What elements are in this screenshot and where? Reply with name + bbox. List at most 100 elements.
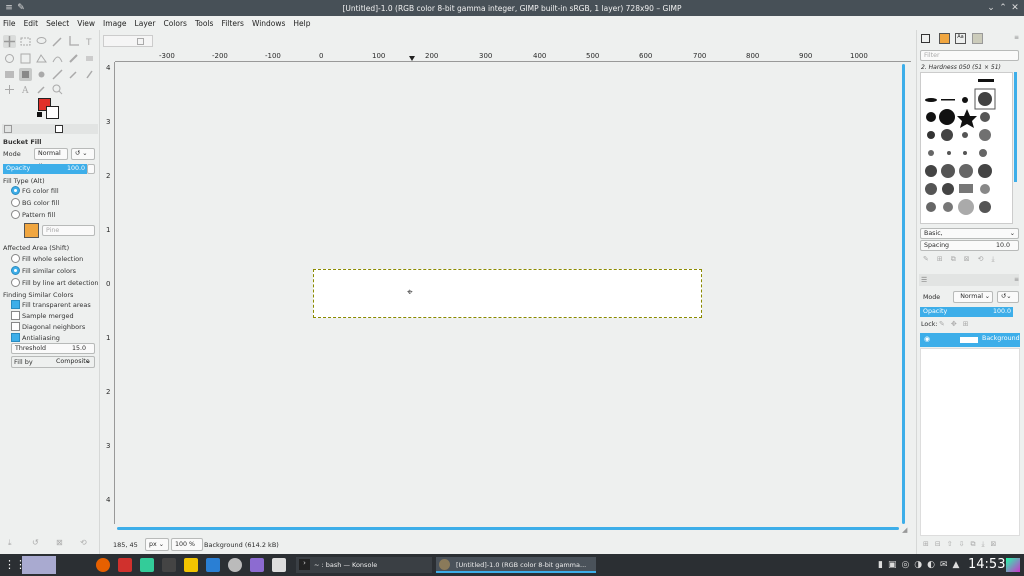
firefox-icon[interactable]	[96, 558, 110, 572]
brush-scrollbar[interactable]	[1014, 72, 1017, 182]
heal-icon[interactable]	[3, 83, 16, 96]
system-tray-icons[interactable]: ▮▣◎◑◐✉▲	[878, 560, 964, 570]
mode-dropdown[interactable]: Normal ⌄	[34, 148, 68, 167]
gallery-app-icon[interactable]	[250, 558, 264, 572]
fill-lineart-radio[interactable]	[11, 278, 20, 287]
tab-documents[interactable]	[972, 33, 983, 44]
opacity-slider[interactable]: Opacity 100.0	[3, 164, 87, 174]
tab-patterns[interactable]	[939, 33, 950, 44]
fill-similar-radio[interactable]	[11, 266, 20, 275]
chevron-up-icon[interactable]: ⌃	[998, 3, 1008, 13]
menu-file[interactable]: File	[3, 19, 16, 28]
taskbar-konsole[interactable]: › ~ : bash — Konsole	[296, 557, 432, 573]
app-launcher-icon[interactable]: ⋮⋮	[4, 558, 26, 572]
tab-fonts[interactable]: Aa	[955, 33, 966, 44]
eraser-icon[interactable]	[83, 52, 96, 65]
menu-view[interactable]: View	[77, 19, 95, 28]
fill-by-dropdown[interactable]: Composite ⌄	[11, 356, 95, 368]
zoom-dropdown[interactable]: 100 % ⌄	[171, 538, 203, 560]
mode-reset-button[interactable]: ↺ ⌄	[71, 148, 95, 160]
brush-preset-dropdown[interactable]: Basic, ⌄	[920, 228, 1019, 239]
menu-layer[interactable]: Layer	[135, 19, 156, 28]
menu-windows[interactable]: Windows	[252, 19, 285, 28]
dock-menu-icon[interactable]: ≡	[1014, 34, 1019, 41]
app-menu-icon[interactable]: ≡	[4, 3, 14, 13]
clock[interactable]: 14:53	[968, 557, 1005, 572]
disk-app-icon[interactable]	[228, 558, 242, 572]
rect-select-icon[interactable]	[19, 35, 32, 48]
fill-selection-radio[interactable]	[11, 254, 20, 263]
spacing-slider[interactable]: Spacing 10.0	[920, 240, 1019, 251]
image-tab-close-icon[interactable]	[137, 38, 144, 45]
image-tab[interactable]	[103, 35, 153, 47]
brush-actions-icons[interactable]: ✎⊞⧉⊠⟲⤓	[923, 255, 1017, 264]
pattern-fill-radio[interactable]	[11, 210, 20, 219]
text-tool-icon[interactable]: T	[83, 35, 96, 48]
menu-colors[interactable]: Colors	[163, 19, 187, 28]
diagonal-neighbors-checkbox[interactable]	[11, 322, 20, 331]
sample-merged-checkbox[interactable]	[11, 311, 20, 320]
default-colors-icon[interactable]	[37, 112, 42, 117]
layers-mode-dropdown[interactable]: Normal ⌄	[953, 291, 993, 303]
layers-opacity-slider[interactable]: Opacity 100.0	[920, 307, 1013, 317]
transform-icon[interactable]	[19, 52, 32, 65]
background-color-swatch[interactable]	[46, 106, 59, 119]
warp-icon[interactable]	[3, 52, 16, 65]
tab-active-icon[interactable]	[55, 125, 63, 133]
crop-icon[interactable]	[67, 35, 80, 48]
chevron-down-icon[interactable]: ⌄	[986, 3, 996, 13]
lock-icons[interactable]: ✎✥⊞	[939, 320, 975, 328]
text-a-icon[interactable]: A	[19, 83, 32, 96]
tab-brushes[interactable]	[921, 34, 930, 43]
show-desktop-icon[interactable]	[1006, 558, 1020, 572]
opacity-spin[interactable]	[87, 164, 95, 174]
menu-filters[interactable]: Filters	[221, 19, 243, 28]
smudge-icon[interactable]	[51, 68, 64, 81]
restore-options-icon[interactable]: ↺	[32, 538, 42, 548]
delete-options-icon[interactable]: ⊠	[56, 538, 66, 548]
clone-icon[interactable]	[35, 68, 48, 81]
brush-filter-input[interactable]: Filter	[920, 50, 1019, 61]
menu-tools[interactable]: Tools	[195, 19, 213, 28]
menu-edit[interactable]: Edit	[24, 19, 39, 28]
reset-options-icon[interactable]: ⟲	[80, 538, 90, 548]
threshold-slider[interactable]: Threshold 15.0	[11, 343, 95, 354]
brush-grid[interactable]	[920, 72, 1013, 224]
image-canvas[interactable]	[313, 269, 702, 318]
lasso-icon[interactable]	[35, 35, 48, 48]
color-picker-icon[interactable]	[35, 83, 48, 96]
horizontal-scrollbar[interactable]	[117, 527, 899, 530]
terminal-icon[interactable]	[162, 558, 176, 572]
save-options-icon[interactable]: ⤓	[8, 538, 18, 548]
path-icon[interactable]	[51, 52, 64, 65]
vertical-scrollbar[interactable]	[902, 64, 905, 524]
gradient-icon[interactable]	[3, 68, 16, 81]
close-icon[interactable]: ✕	[1010, 3, 1020, 13]
tab-layers-icon[interactable]: ☰	[921, 276, 927, 284]
tab-tool-options[interactable]	[4, 125, 12, 133]
menu-help[interactable]: Help	[293, 19, 310, 28]
fg-fill-radio[interactable]	[11, 186, 20, 195]
notes-app-icon[interactable]	[184, 558, 198, 572]
screenshot-app-icon[interactable]	[272, 558, 286, 572]
paintbrush-icon[interactable]	[67, 52, 80, 65]
pattern-name-field[interactable]: Pine	[42, 225, 95, 236]
virtual-desktop-pager[interactable]	[22, 556, 56, 574]
bucket-fill-icon[interactable]	[19, 68, 32, 81]
move-tool-icon[interactable]	[3, 35, 16, 48]
layers-mode-reset[interactable]: ↺⌄	[997, 291, 1019, 303]
layer-row-background[interactable]: ◉ Background	[920, 333, 1020, 347]
ink-icon[interactable]	[83, 68, 96, 81]
fill-transparent-checkbox[interactable]	[11, 300, 20, 309]
pdf-app-icon[interactable]	[118, 558, 132, 572]
menu-select[interactable]: Select	[46, 19, 69, 28]
taskbar-gimp[interactable]: [Untitled]-1.0 (RGB color 8-bit gamma...	[436, 557, 596, 573]
zoom-icon[interactable]	[51, 83, 64, 96]
dodge-icon[interactable]	[67, 68, 80, 81]
menu-image[interactable]: Image	[103, 19, 127, 28]
antialiasing-checkbox[interactable]	[11, 333, 20, 342]
fuzzy-select-icon[interactable]	[51, 35, 64, 48]
navigate-icon[interactable]: ◢	[902, 526, 910, 534]
network-app-icon[interactable]	[140, 558, 154, 572]
bg-fill-radio[interactable]	[11, 198, 20, 207]
